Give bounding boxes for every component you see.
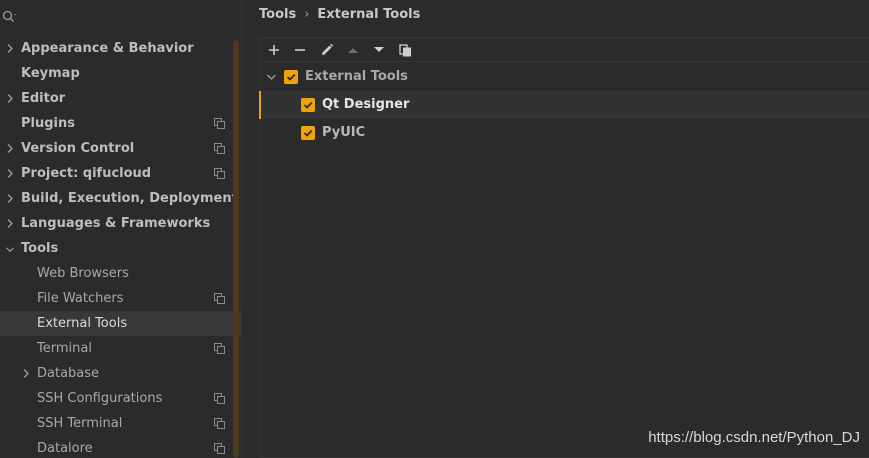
- sidebar-item-database[interactable]: Database: [0, 361, 235, 386]
- sidebar-item-ssh-configurations[interactable]: SSH Configurations: [0, 386, 235, 411]
- project-settings-icon: [214, 118, 225, 129]
- sidebar-item-plugins[interactable]: Plugins: [0, 111, 235, 136]
- remove-button[interactable]: [290, 40, 310, 60]
- breadcrumb: Tools › External Tools: [259, 6, 420, 24]
- watermark: https://blog.csdn.net/Python_DJ: [648, 429, 860, 446]
- breadcrumb-parent[interactable]: Tools: [259, 7, 296, 22]
- sidebar-item-label: Version Control: [21, 141, 135, 156]
- sidebar-item-label: External Tools: [37, 316, 128, 331]
- sidebar-item-file-watchers[interactable]: File Watchers: [0, 286, 235, 311]
- sidebar-item-build-execution-deployment[interactable]: Build, Execution, Deployment: [0, 186, 238, 211]
- settings-sidebar: Appearance & Behavior Keymap Editor Plug…: [0, 0, 241, 458]
- sidebar-item-label: Datalore: [37, 441, 93, 456]
- project-settings-icon: [214, 168, 225, 179]
- sidebar-item-label: Terminal: [37, 341, 92, 356]
- chevron-right-icon[interactable]: [22, 369, 30, 378]
- move-up-icon: [348, 48, 358, 53]
- copy-button[interactable]: [395, 40, 415, 60]
- sidebar-item-keymap[interactable]: Keymap: [0, 61, 235, 86]
- tool-label: PyUIC: [322, 125, 366, 140]
- sidebar-item-label: SSH Configurations: [37, 391, 163, 406]
- breadcrumb-separator: ›: [304, 7, 310, 22]
- move-up-button[interactable]: [343, 40, 363, 60]
- move-down-button[interactable]: [369, 40, 389, 60]
- sidebar-item-label: Tools: [21, 241, 59, 256]
- project-settings-icon: [214, 143, 225, 154]
- group-checkbox[interactable]: [284, 70, 298, 84]
- sidebar-item-languages-frameworks[interactable]: Languages & Frameworks: [0, 211, 235, 236]
- settings-tree: Appearance & Behavior Keymap Editor Plug…: [0, 36, 241, 458]
- sidebar-item-label: Build, Execution, Deployment: [21, 191, 238, 206]
- check-icon: [286, 73, 296, 81]
- move-down-icon: [374, 47, 384, 52]
- remove-icon: [295, 49, 305, 51]
- project-settings-icon: [214, 393, 225, 404]
- add-button[interactable]: [264, 40, 284, 60]
- chevron-right-icon[interactable]: [6, 94, 14, 103]
- project-settings-icon: [214, 418, 225, 429]
- project-settings-icon: [214, 343, 225, 354]
- search-icon[interactable]: [2, 10, 18, 24]
- copy-icon: [398, 43, 411, 56]
- tool-label: Qt Designer: [322, 97, 410, 112]
- edit-icon: [322, 43, 334, 55]
- sidebar-item-terminal[interactable]: Terminal: [0, 336, 235, 361]
- edit-button[interactable]: [317, 40, 337, 60]
- sidebar-item-label: Editor: [21, 91, 66, 106]
- sidebar-item-external-tools[interactable]: External Tools: [0, 311, 241, 336]
- project-settings-icon: [214, 443, 225, 454]
- check-icon: [303, 129, 313, 137]
- sidebar-item-label: Web Browsers: [37, 266, 129, 281]
- sidebar-item-editor[interactable]: Editor: [0, 86, 235, 111]
- sidebar-item-label: File Watchers: [37, 291, 124, 306]
- tool-checkbox[interactable]: [301, 98, 315, 112]
- settings-search[interactable]: [0, 4, 241, 28]
- sidebar-item-label: Plugins: [21, 116, 75, 131]
- tool-checkbox[interactable]: [301, 126, 315, 140]
- add-icon: [269, 45, 279, 55]
- sidebar-item-ssh-terminal[interactable]: SSH Terminal: [0, 411, 235, 436]
- sidebar-item-label: Appearance & Behavior: [21, 41, 194, 56]
- sidebar-scrollbar[interactable]: [233, 40, 239, 458]
- sidebar-item-appearance-behavior[interactable]: Appearance & Behavior: [0, 36, 235, 61]
- sidebar-item-version-control[interactable]: Version Control: [0, 136, 235, 161]
- sidebar-item-project[interactable]: Project: qifucloud: [0, 161, 235, 186]
- sidebar-item-datalore[interactable]: Datalore: [0, 436, 235, 458]
- check-icon: [303, 101, 313, 109]
- tool-group-row[interactable]: External Tools: [260, 63, 869, 91]
- tool-row[interactable]: Qt Designer: [259, 91, 869, 119]
- project-settings-icon: [214, 293, 225, 304]
- tools-toolbar: [260, 38, 869, 62]
- chevron-right-icon[interactable]: [6, 144, 14, 153]
- chevron-down-icon[interactable]: [6, 245, 14, 254]
- external-tools-list: External Tools Qt Designer PyUIC: [259, 63, 869, 147]
- sidebar-item-web-browsers[interactable]: Web Browsers: [0, 261, 235, 286]
- chevron-down-icon[interactable]: [267, 73, 276, 81]
- tool-row[interactable]: PyUIC: [260, 119, 869, 147]
- sidebar-item-label: Database: [37, 366, 100, 381]
- chevron-right-icon[interactable]: [6, 194, 14, 203]
- settings-content: Tools › External Tools External Tools Qt…: [242, 0, 869, 458]
- chevron-right-icon[interactable]: [6, 219, 14, 228]
- tool-group-label: External Tools: [305, 69, 408, 84]
- sidebar-item-tools[interactable]: Tools: [0, 236, 235, 261]
- sidebar-item-label: Project: qifucloud: [21, 166, 152, 181]
- sidebar-item-label: SSH Terminal: [37, 416, 123, 431]
- breadcrumb-current: External Tools: [317, 7, 421, 22]
- chevron-right-icon[interactable]: [6, 169, 14, 178]
- external-tools-panel: External Tools Qt Designer PyUIC: [259, 37, 869, 458]
- chevron-right-icon[interactable]: [6, 44, 14, 53]
- sidebar-item-label: Languages & Frameworks: [21, 216, 211, 231]
- sidebar-item-label: Keymap: [21, 66, 80, 81]
